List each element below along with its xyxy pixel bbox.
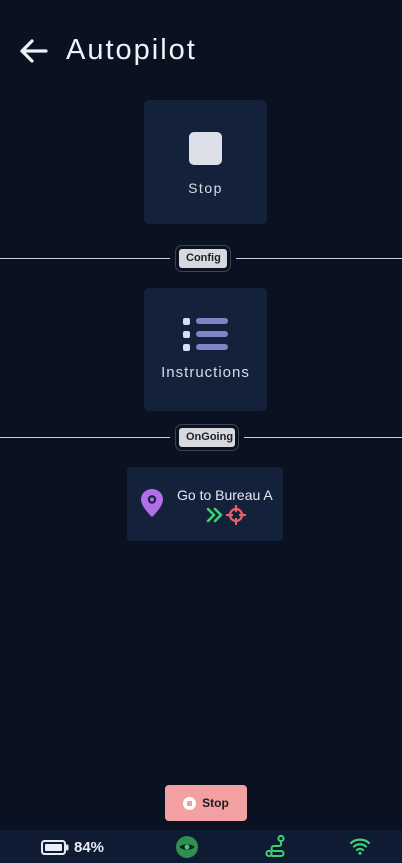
divider-line-right — [236, 258, 402, 259]
stop-tile-label: Stop — [188, 180, 223, 196]
stop-square-icon — [189, 132, 222, 165]
page-title: Autopilot — [66, 34, 197, 66]
eye-icon[interactable] — [175, 836, 199, 858]
ongoing-task-card[interactable]: Go to Bureau A — [127, 467, 283, 541]
stop-tile[interactable]: Stop — [144, 100, 267, 224]
header: Autopilot — [0, 28, 402, 74]
double-chevron-right-icon — [206, 507, 223, 523]
stop-button-label: Stop — [202, 796, 229, 810]
list-icon — [182, 317, 229, 353]
arrow-left-icon — [20, 39, 48, 63]
ongoing-divider: OnGoing — [0, 426, 402, 450]
battery-icon — [41, 840, 69, 855]
stop-circle-icon — [183, 796, 197, 810]
back-button[interactable] — [16, 36, 50, 66]
divider-line-left — [0, 258, 170, 259]
location-pin-icon — [141, 489, 163, 517]
route-icon[interactable] — [264, 834, 288, 858]
divider-line-left — [0, 437, 170, 438]
autopilot-screen: Autopilot Stop Config Instructions OnGoi… — [0, 0, 402, 863]
divider-line-right — [244, 437, 402, 438]
wifi-icon[interactable] — [349, 836, 371, 856]
stop-button[interactable]: Stop — [165, 785, 247, 821]
crosshair-target-icon — [226, 505, 246, 525]
task-title: Go to Bureau A — [177, 487, 273, 503]
config-badge: Config — [179, 249, 227, 268]
ongoing-badge: OnGoing — [179, 428, 235, 447]
status-bar: 84% — [0, 830, 402, 863]
instructions-tile[interactable]: Instructions — [144, 288, 267, 411]
instructions-tile-label: Instructions — [161, 364, 250, 381]
config-divider: Config — [0, 247, 402, 271]
battery-percent: 84% — [74, 839, 105, 856]
